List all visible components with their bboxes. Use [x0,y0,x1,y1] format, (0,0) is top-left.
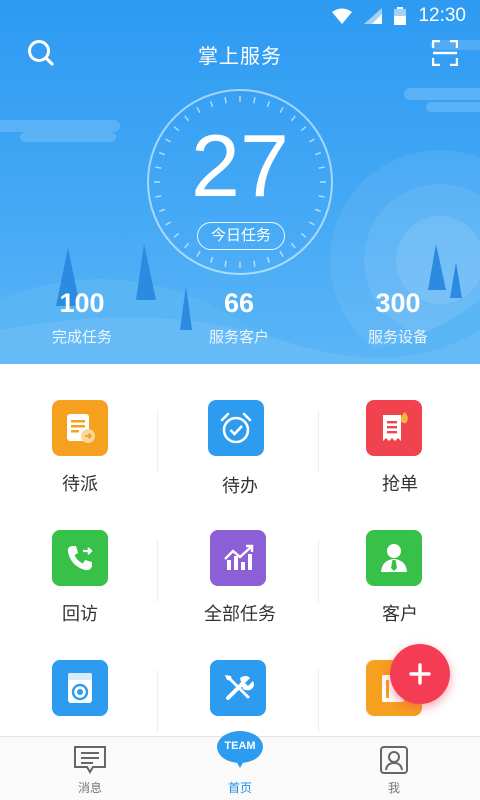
dispatch-icon [52,400,108,456]
scan-button[interactable] [431,39,459,70]
grid-item-label: 待派 [62,474,98,495]
grid-item-grab-order[interactable]: 抢单 [320,364,480,495]
customer-icon [366,530,422,586]
message-icon [74,746,106,774]
grid-item-all-tasks[interactable]: 全部任务 [160,494,320,625]
stat-customers[interactable]: 66 服务客户 [179,288,299,347]
stat-completed[interactable]: 100 完成任务 [22,288,142,347]
stat-devices[interactable]: 300 服务设备 [338,288,458,347]
hero-panel: 12:30 掌上服务 27 今日任务 100 完成任务 66 服务客户 300 [0,0,480,364]
signal-icon [364,8,383,24]
add-button[interactable] [390,644,450,704]
phone-callback-icon [52,530,108,586]
stat-label: 服务客户 [208,328,269,346]
stat-value: 300 [375,288,421,318]
nav-label: 首页 [227,781,252,795]
grab-order-icon [366,400,422,456]
dial-tick [266,100,271,108]
dial-tick [290,242,296,249]
nav-item-messages[interactable]: 消息 [40,737,140,800]
dial-tick [196,250,201,257]
chart-icon [210,530,266,586]
battery-icon [394,7,407,25]
washer-icon [52,660,108,716]
dial-tick [184,242,190,249]
dial-tick [290,115,296,122]
dial-tick [209,100,214,108]
dial-tick [184,115,190,122]
dial-tick [173,232,180,238]
scan-icon [431,39,459,67]
grid-item-label: 回访 [62,604,98,625]
dial-tick [253,260,256,267]
profile-icon [380,746,408,774]
top-app-bar: 掌上服务 [0,34,480,74]
status-bar: 12:30 [0,0,480,32]
stat-label: 完成任务 [51,328,112,346]
stat-label: 服务设备 [367,328,428,346]
tools-icon [210,660,266,716]
dial-tick [266,256,271,264]
grid-item-label: 全部任务 [204,604,276,625]
dial-tick [224,97,227,104]
today-task-count: 27 [191,116,289,215]
nav-label: 消息 [77,781,102,795]
status-time: 12:30 [418,5,466,26]
page-title: 掌上服务 [198,44,282,68]
dial-tick [279,107,284,114]
grid-item-callback[interactable]: 回访 [0,494,160,625]
grid-item-appliance[interactable] [0,624,160,754]
dial-tick [224,260,227,267]
grid-item-customer[interactable]: 客户 [320,494,480,625]
wifi-icon [332,8,353,24]
nav-label: 我 [387,781,400,795]
plus-icon [409,663,431,685]
dial-tick [196,107,201,114]
alarm-clock-icon [208,400,264,456]
today-task-label[interactable]: 今日任务 [197,222,285,250]
dial-tick [279,250,284,257]
grid-item-dispatch[interactable]: 待派 [0,364,160,495]
dial-tick [209,256,214,264]
stat-value: 66 [223,288,255,318]
dial-tick [300,232,307,238]
stat-value: 100 [59,288,105,318]
dial-tick [308,221,315,226]
grid-item-label: 抢单 [382,474,418,495]
nav-item-me[interactable]: 我 [344,737,444,800]
grid-item-label: 客户 [382,604,418,625]
dial-tick [165,221,172,226]
dial-tick [253,97,256,104]
grid-item-todo[interactable]: 待办 [160,364,320,497]
team-badge-text: TEAM [224,740,256,752]
